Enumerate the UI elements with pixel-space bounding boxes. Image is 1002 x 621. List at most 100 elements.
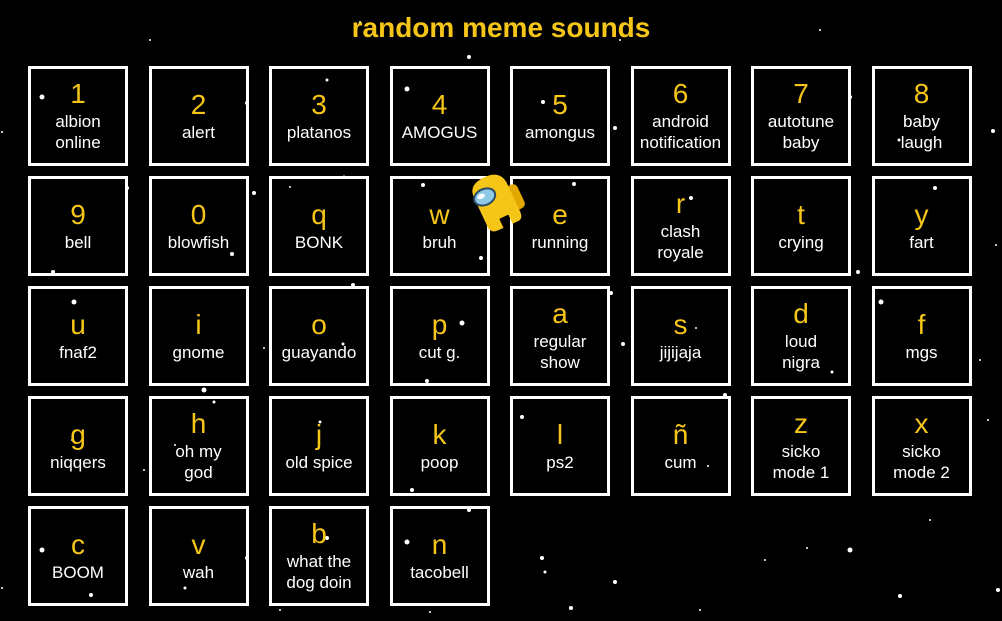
sound-pad-x[interactable]: x sicko mode 2: [871, 396, 972, 496]
pad-key: 7: [793, 78, 809, 109]
pad-key: n: [431, 528, 448, 560]
star: [987, 419, 989, 421]
sound-pad-3[interactable]: 3 platanos: [269, 66, 369, 166]
pad-key: i: [195, 308, 202, 340]
pad-label: clash royale: [657, 222, 704, 262]
star: [991, 129, 995, 133]
pad-key: c: [71, 528, 85, 560]
pad-label: platanos: [286, 122, 352, 142]
pad-label: cut g.: [418, 342, 461, 362]
sound-pad-f[interactable]: f mgs: [871, 286, 972, 386]
pad-label: ps2: [546, 452, 574, 472]
sound-pad-t[interactable]: t crying: [751, 176, 851, 276]
pad-label: jijijaja: [659, 342, 702, 362]
pad-key: 4: [431, 88, 448, 120]
sound-pad-5[interactable]: 5 amongus: [510, 66, 610, 166]
sound-pad-u[interactable]: u fnaf2: [28, 286, 128, 386]
pad-key: r: [675, 188, 686, 219]
pad-key: e: [552, 198, 568, 230]
page-title: random meme sounds: [351, 12, 651, 43]
sound-pad-i[interactable]: i gnome: [148, 286, 249, 386]
sound-pad-1[interactable]: 1 albion online: [28, 66, 128, 166]
pad-key: 3: [311, 88, 327, 120]
pad-key: 1: [70, 78, 86, 109]
pad-key: 2: [190, 88, 207, 120]
sound-pad-k[interactable]: k poop: [389, 396, 490, 496]
pad-key: 9: [70, 198, 86, 230]
pad-key: t: [797, 198, 805, 230]
sound-pad-o[interactable]: o guayando: [269, 286, 369, 386]
pad-label: guayando: [281, 342, 357, 362]
sound-pad-ñ[interactable]: ñ cum: [630, 396, 731, 496]
pad-key: u: [70, 308, 86, 340]
pad-key: l: [556, 418, 564, 450]
pad-key: a: [552, 298, 568, 329]
sound-pad-9[interactable]: 9 bell: [28, 176, 128, 276]
pad-label: albion online: [55, 112, 101, 152]
sound-pad-2[interactable]: 2 alert: [148, 66, 249, 166]
sound-pad-s[interactable]: s jijijaja: [630, 286, 731, 386]
pad-key: 6: [672, 78, 689, 109]
sound-pad-7[interactable]: 7 autotune baby: [751, 66, 851, 166]
pad-key: 5: [552, 88, 568, 120]
sound-pad-c[interactable]: c BOOM: [28, 506, 128, 606]
soundboard-page: random meme sounds 1 albion online 2 alert 3…: [0, 0, 1002, 621]
sound-pad-q[interactable]: q BONK: [269, 176, 369, 276]
star: [1, 587, 3, 589]
sound-pad-a[interactable]: a regular show: [510, 286, 610, 386]
sound-pad-n[interactable]: n tacobell: [389, 506, 490, 606]
sound-pad-v[interactable]: v wah: [148, 506, 249, 606]
sound-pad-z[interactable]: z sicko mode 1: [751, 396, 851, 496]
sound-pad-8[interactable]: 8 baby laugh: [871, 66, 972, 166]
sound-pad-b[interactable]: b what the dog doin: [269, 506, 369, 606]
sound-pad-h[interactable]: h oh my god: [148, 396, 249, 496]
star: [279, 609, 281, 611]
pad-label: blowfish: [167, 232, 230, 252]
sound-pad-p[interactable]: p cut g.: [389, 286, 490, 386]
pad-label: BONK: [294, 232, 344, 252]
pad-key: b: [311, 518, 327, 549]
sound-pad-j[interactable]: j old spice: [269, 396, 369, 496]
pad-key: x: [914, 408, 929, 439]
pad-label: gnome: [172, 342, 225, 362]
sound-pad-4[interactable]: 4 AMOGUS: [389, 66, 490, 166]
pad-label: oh my god: [175, 442, 222, 482]
pad-key: k: [432, 418, 447, 450]
pad-label: bell: [64, 232, 92, 252]
pad-key: o: [311, 308, 327, 340]
sound-pad-6[interactable]: 6 android notification: [630, 66, 731, 166]
pad-key: 0: [190, 198, 207, 230]
sound-pad-d[interactable]: d loud nigra: [751, 286, 851, 386]
sound-pad-0[interactable]: 0 blowfish: [148, 176, 249, 276]
sound-pad-y[interactable]: y fart: [871, 176, 972, 276]
pad-key: ñ: [672, 418, 689, 450]
sound-pad-l[interactable]: l ps2: [510, 396, 610, 496]
pad-label: old spice: [285, 452, 353, 472]
sound-pad-r[interactable]: r clash royale: [630, 176, 731, 276]
pad-key: h: [190, 408, 207, 439]
pad-key: p: [431, 308, 448, 340]
pad-label: tacobell: [410, 562, 469, 582]
pad-label: fart: [909, 232, 934, 252]
star: [979, 359, 981, 361]
pad-label: wah: [182, 562, 215, 582]
pad-label: amongus: [525, 122, 595, 142]
pad-label: crying: [778, 232, 824, 252]
pad-key: z: [794, 408, 808, 439]
star: [995, 244, 997, 246]
star: [699, 609, 701, 611]
pad-label: what the dog doin: [286, 552, 352, 592]
pad-label: BOOM: [52, 562, 104, 582]
pad-key: g: [70, 418, 86, 450]
pad-label: fnaf2: [59, 342, 97, 362]
star: [467, 55, 471, 59]
pad-key: j: [315, 418, 323, 450]
pad-key: 8: [913, 78, 930, 109]
pad-label: AMOGUS: [401, 122, 478, 142]
star: [1, 131, 3, 133]
sound-pad-g[interactable]: g niqqers: [28, 396, 128, 496]
pad-label: sicko mode 2: [893, 442, 950, 482]
star: [429, 611, 431, 613]
star: [996, 588, 1000, 592]
pad-label: bruh: [422, 232, 457, 252]
